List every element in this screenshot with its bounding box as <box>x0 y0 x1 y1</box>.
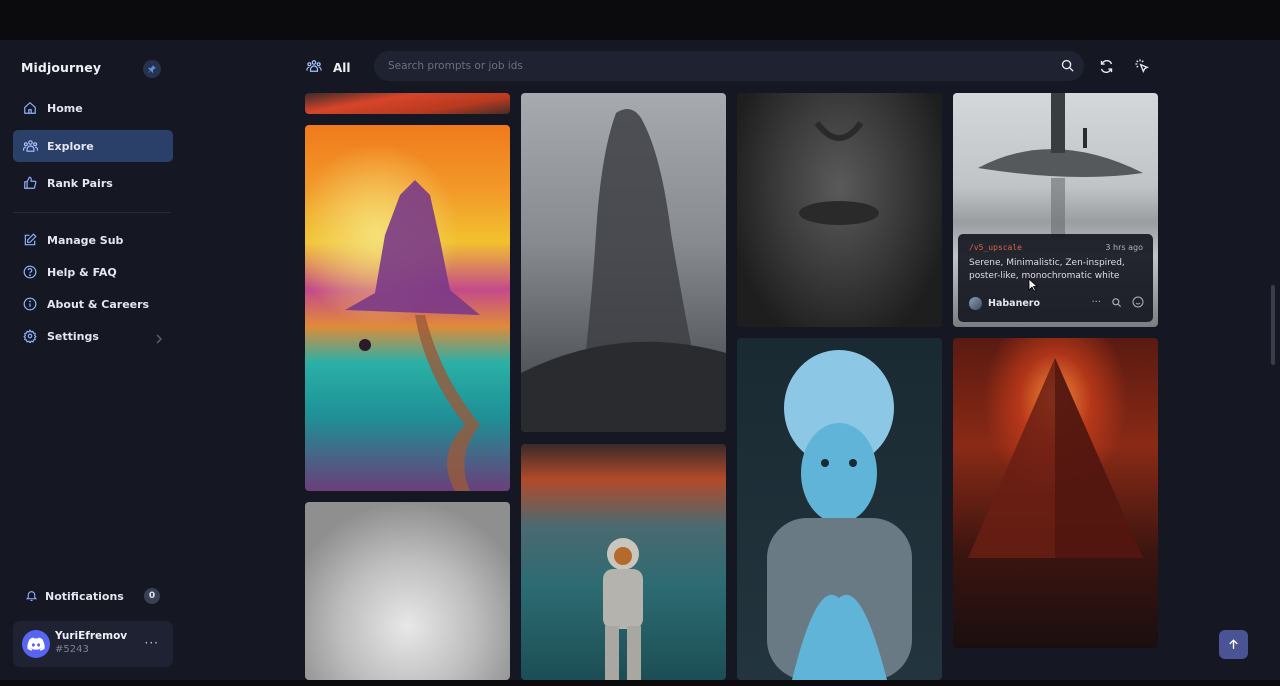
cursor-click-icon <box>1135 59 1149 73</box>
image-plaster-face <box>305 502 510 680</box>
filter-label: All <box>333 60 351 75</box>
info-icon <box>22 296 38 312</box>
image-gallery: /v5_upscale 3 hrs ago Serene, Minimalist… <box>296 93 1170 680</box>
search-icon[interactable] <box>1060 58 1075 77</box>
sidebar: Midjourney Home Explore Rank Pairs Manag… <box>0 40 186 680</box>
notifications-button[interactable]: Notifications 0 <box>13 583 173 609</box>
user-tag: #5243 <box>55 644 89 655</box>
cyborg-shape <box>767 350 912 680</box>
sidebar-item-label: Settings <box>47 329 99 343</box>
sidebar-item-about[interactable]: About & Careers <box>13 288 173 320</box>
gallery-image[interactable] <box>305 125 510 491</box>
bell-icon <box>25 587 38 606</box>
stone-face-shape <box>799 121 879 225</box>
sidebar-item-label: Home <box>47 101 83 115</box>
app: Midjourney Home Explore Rank Pairs Manag… <box>0 40 1280 680</box>
sidebar-item-home[interactable]: Home <box>13 92 173 124</box>
card-react-button[interactable] <box>1132 296 1144 308</box>
sidebar-item-label: About & Careers <box>47 297 150 311</box>
sidebar-item-label: Explore <box>47 139 94 153</box>
pin-button[interactable] <box>143 60 161 78</box>
gallery-image[interactable] <box>737 338 942 680</box>
scrollbar-thumb[interactable] <box>1271 285 1275 365</box>
sidebar-divider <box>13 212 171 213</box>
discord-icon <box>27 637 45 651</box>
job-command: /v5_upscale <box>969 243 1022 252</box>
scroll-to-top-button[interactable] <box>1219 630 1248 659</box>
figure-shape <box>521 109 726 432</box>
search-input[interactable] <box>374 51 1034 81</box>
filter-all-button[interactable]: All <box>306 58 351 77</box>
user-more-button[interactable]: ··· <box>145 636 159 650</box>
search-bar <box>374 51 1084 81</box>
sidebar-item-manage-sub[interactable]: Manage Sub <box>13 224 173 256</box>
mouse-cursor <box>1028 277 1039 296</box>
gallery-image[interactable] <box>305 93 510 114</box>
astronaut-shape <box>603 538 643 680</box>
search-icon <box>1112 297 1122 307</box>
image-red-road <box>305 93 510 114</box>
select-mode-button[interactable] <box>1133 57 1151 75</box>
sidebar-item-explore[interactable]: Explore <box>13 130 173 162</box>
avatar <box>22 630 50 658</box>
edit-icon <box>22 232 38 248</box>
gallery-image[interactable] <box>953 338 1158 648</box>
sidebar-item-label: Rank Pairs <box>47 176 113 190</box>
gallery-image[interactable] <box>305 502 510 680</box>
gallery-image-hovered[interactable]: /v5_upscale 3 hrs ago Serene, Minimalist… <box>953 93 1158 327</box>
sidebar-item-rank-pairs[interactable]: Rank Pairs <box>13 167 173 199</box>
card-search-button[interactable] <box>1111 297 1122 308</box>
user-card[interactable]: YuriEfremov #5243 ··· <box>13 621 173 667</box>
image-info-card: /v5_upscale 3 hrs ago Serene, Minimalist… <box>958 234 1153 322</box>
arrow-up-icon <box>1229 639 1238 649</box>
app-title: Midjourney <box>21 60 102 75</box>
thumbs-up-icon <box>22 175 38 191</box>
sidebar-item-settings[interactable]: Settings <box>13 320 173 352</box>
sidebar-item-help[interactable]: Help & FAQ <box>13 256 173 288</box>
gear-icon <box>22 328 38 344</box>
home-icon <box>22 100 38 116</box>
gallery-image[interactable] <box>737 93 942 327</box>
people-icon <box>306 58 322 77</box>
window-top-bar <box>0 0 1280 40</box>
card-more-button[interactable]: ··· <box>1091 297 1101 308</box>
refresh-icon <box>1100 59 1112 73</box>
sidebar-item-label: Manage Sub <box>47 233 124 247</box>
refresh-button[interactable] <box>1097 57 1115 75</box>
username: YuriEfremov <box>55 630 128 642</box>
job-prompt: Serene, Minimalistic, Zen-inspired, post… <box>969 258 1125 281</box>
job-time: 3 hrs ago <box>1105 243 1143 252</box>
gallery-image[interactable] <box>521 93 726 432</box>
gallery-image[interactable] <box>521 444 726 680</box>
sidebar-item-label: Help & FAQ <box>47 265 117 279</box>
author-avatar <box>969 297 982 310</box>
notifications-count-badge: 0 <box>144 588 160 604</box>
author-link[interactable]: Habanero <box>969 297 1040 310</box>
chevron-right-icon <box>155 329 163 348</box>
author-name: Habanero <box>988 298 1040 309</box>
card-actions: ··· <box>1091 296 1144 308</box>
notifications-label: Notifications <box>45 589 124 603</box>
smile-icon <box>1132 296 1144 308</box>
more-icon: ··· <box>144 636 159 650</box>
pin-icon <box>148 65 156 73</box>
castle-shape <box>345 180 480 491</box>
people-icon <box>22 138 38 154</box>
help-icon <box>22 264 38 280</box>
pyramid-shape <box>968 358 1143 558</box>
window-bottom-bar <box>0 680 1280 686</box>
